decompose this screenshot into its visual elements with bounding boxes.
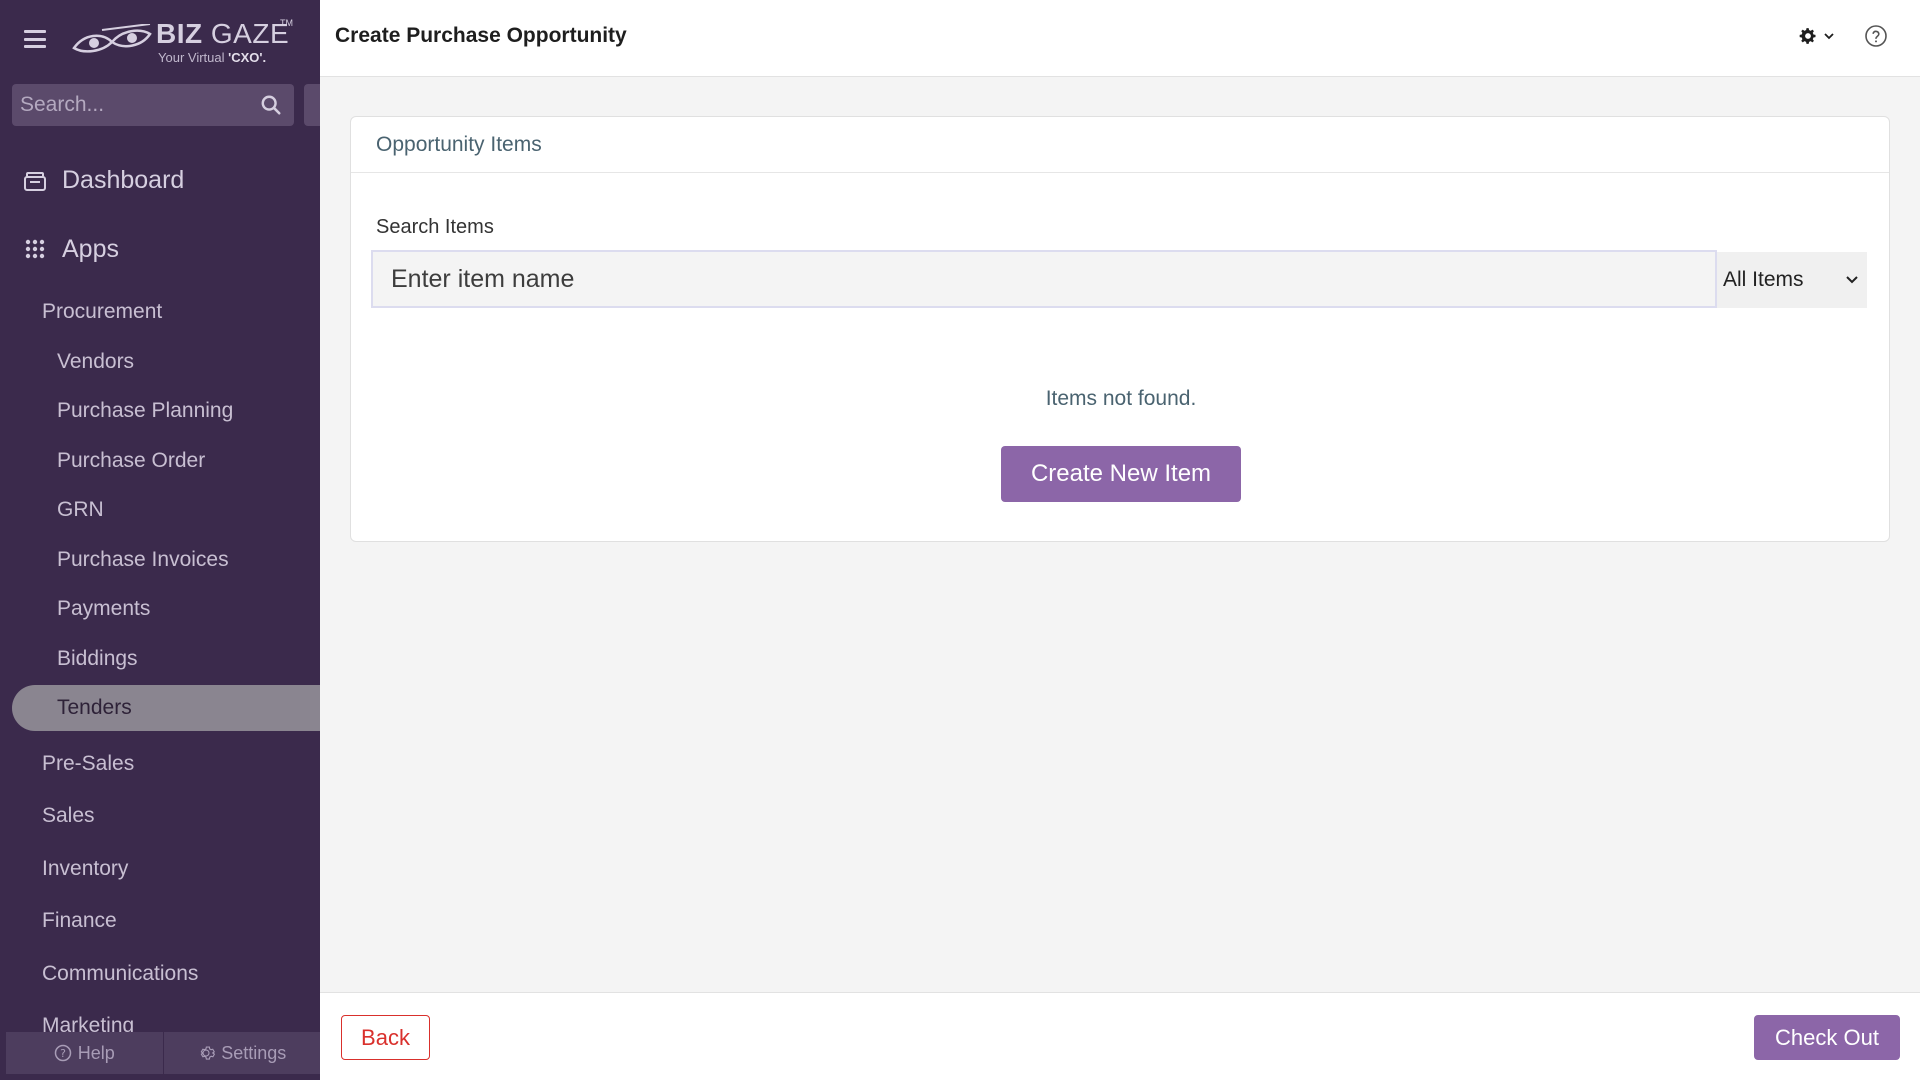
sidebar-item-tenders[interactable]: Tenders (12, 685, 320, 731)
nav-sales[interactable]: Sales (42, 804, 95, 828)
nav-dashboard-label: Dashboard (62, 165, 185, 194)
menu-toggle-icon[interactable] (24, 30, 46, 48)
sidebar-item-purchase-planning[interactable]: Purchase Planning (12, 388, 320, 434)
brand-area: BIZ GAZE TM Your Virtual 'CXO'. (0, 0, 320, 80)
settings-label: Settings (221, 1042, 287, 1063)
sidebar-item-grn[interactable]: GRN (12, 487, 320, 533)
chevron-down-icon (1824, 33, 1834, 40)
sidebar: BIZ GAZE TM Your Virtual 'CXO'. Dashboar… (0, 0, 320, 1080)
bizgaze-logo[interactable]: BIZ GAZE TM Your Virtual 'CXO'. (72, 18, 293, 68)
search-items-label: Search Items (376, 216, 494, 238)
help-circle-icon[interactable] (1864, 24, 1888, 48)
logo-tagline: Your Virtual 'CXO'. (158, 50, 267, 65)
action-bar: Back Check Out (320, 992, 1920, 1080)
opportunity-items-card: Opportunity Items Search Items All Items… (350, 116, 1890, 542)
nav-apps[interactable]: Apps (20, 234, 119, 264)
help-label: Help (77, 1042, 115, 1063)
chevron-down-icon (1846, 276, 1858, 284)
search-mode-toggle[interactable] (304, 84, 320, 126)
card-title: Opportunity Items (351, 117, 1889, 173)
create-new-item-button[interactable]: Create New Item (1001, 446, 1241, 502)
apps-grid-icon (20, 234, 50, 264)
page-header: Create Purchase Opportunity (320, 0, 1920, 77)
sidebar-item-purchase-invoices[interactable]: Purchase Invoices (12, 537, 320, 583)
settings-dropdown[interactable] (1798, 26, 1836, 46)
sidebar-search-input[interactable] (20, 84, 250, 126)
logo-trademark: TM (280, 18, 293, 28)
check-out-button[interactable]: Check Out (1754, 1015, 1900, 1060)
item-filter-value: All Items (1723, 268, 1804, 291)
settings-button[interactable]: Settings (162, 1032, 320, 1074)
sidebar-search (12, 84, 294, 126)
item-filter-select[interactable]: All Items (1717, 252, 1867, 308)
sidebar-item-purchase-order[interactable]: Purchase Order (12, 438, 320, 484)
logo-eyes-icon (72, 24, 152, 53)
logo-wordmark: BIZ GAZE (156, 18, 290, 49)
nav-inventory[interactable]: Inventory (42, 857, 128, 881)
empty-state-message: Items not found. (1045, 387, 1197, 410)
settings-gear-icon (197, 1044, 216, 1062)
sidebar-item-vendors[interactable]: Vendors (12, 339, 320, 385)
help-button[interactable]: ? Help (6, 1032, 163, 1074)
back-button[interactable]: Back (341, 1015, 430, 1060)
nav-dashboard[interactable]: Dashboard (20, 165, 184, 195)
gear-icon (1799, 28, 1816, 44)
sidebar-item-biddings[interactable]: Biddings (12, 636, 320, 682)
page-title: Create Purchase Opportunity (335, 24, 627, 47)
nav-finance[interactable]: Finance (42, 909, 117, 933)
dashboard-icon (20, 165, 50, 195)
nav-communications[interactable]: Communications (42, 962, 198, 986)
nav-apps-label: Apps (62, 234, 119, 263)
search-icon[interactable] (260, 94, 282, 116)
svg-text:?: ? (60, 1047, 66, 1060)
nav-pre-sales[interactable]: Pre-Sales (42, 752, 134, 776)
sidebar-footer: ? Help Settings (6, 1032, 320, 1074)
help-icon: ? (54, 1044, 72, 1062)
sidebar-item-payments[interactable]: Payments (12, 586, 320, 632)
item-search-input[interactable] (371, 250, 1717, 308)
nav-procurement[interactable]: Procurement (42, 300, 162, 324)
